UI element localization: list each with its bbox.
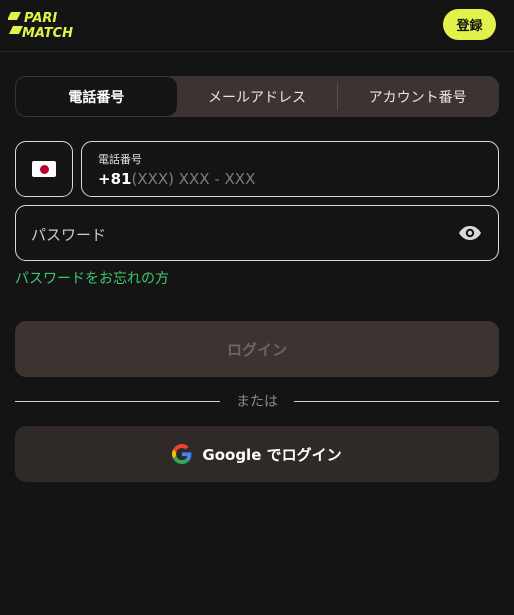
login-method-tabs: 電話番号 メールアドレス アカウント番号 <box>15 76 499 117</box>
login-button[interactable]: ログイン <box>15 321 499 377</box>
google-icon <box>172 444 192 464</box>
japan-flag-icon <box>32 161 56 177</box>
logo-text-bottom: MATCH <box>22 26 73 40</box>
password-field[interactable]: パスワード <box>15 205 499 261</box>
phone-field-label: 電話番号 <box>98 153 142 166</box>
forgot-password-link[interactable]: パスワードをお忘れの方 <box>15 268 169 288</box>
divider-line-right <box>294 400 499 402</box>
header: PARI MATCH 登録 <box>0 0 514 52</box>
tab-phone[interactable]: 電話番号 <box>16 77 177 116</box>
phone-placeholder: (XXX) XXX - XXX <box>131 170 256 188</box>
tab-account-number[interactable]: アカウント番号 <box>337 77 498 116</box>
eye-icon[interactable] <box>458 223 482 243</box>
divider-line-left <box>15 400 220 402</box>
phone-field[interactable]: 電話番号 +81(XXX) XXX - XXX <box>81 141 499 197</box>
google-login-button[interactable]: Google でログイン <box>15 426 499 482</box>
tab-email[interactable]: メールアドレス <box>177 77 338 116</box>
google-login-label: Google でログイン <box>202 445 342 464</box>
password-placeholder: パスワード <box>31 226 107 244</box>
country-code: +81 <box>98 170 132 188</box>
divider-text: または <box>236 394 278 410</box>
parimatch-logo[interactable]: PARI MATCH <box>8 10 98 40</box>
logo-text-top: PARI <box>24 11 57 26</box>
divider: または <box>15 391 499 411</box>
country-selector[interactable] <box>15 141 73 197</box>
register-button[interactable]: 登録 <box>443 9 496 40</box>
phone-input[interactable]: +81(XXX) XXX - XXX <box>98 170 482 188</box>
